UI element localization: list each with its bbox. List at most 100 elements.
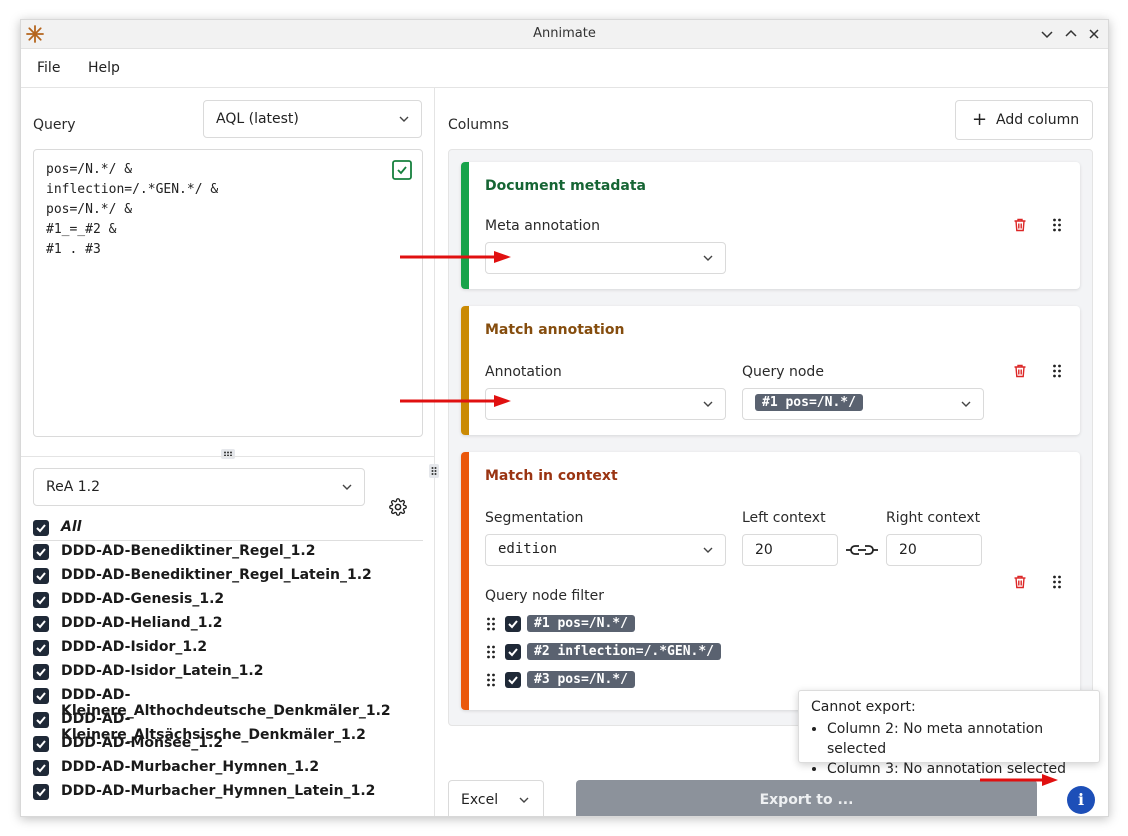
chevron-down-icon [342,484,352,490]
export-button[interactable]: Export to ... [576,780,1037,816]
query-node-filter-label: Query node filter [485,588,604,604]
horizontal-splitter-handle[interactable] [221,449,235,459]
check-icon [36,716,46,725]
corpus-row[interactable]: DDD-AD-Monsee_1.2 [33,733,423,757]
export-format-select[interactable]: Excel [448,780,544,816]
corpus-name: DDD-AD-Monsee_1.2 [61,735,224,751]
corpus-row[interactable]: DDD-AD-Isidor_Latein_1.2 [33,661,423,685]
checkbox-checked[interactable] [33,640,49,656]
add-column-button[interactable]: + Add column [955,100,1093,140]
minimize-button[interactable] [1037,24,1057,44]
right-context-label: Right context [886,510,981,526]
link-icon[interactable] [845,543,879,557]
query-node-select[interactable]: #1 pos=/N.*/ [742,388,984,420]
query-node-filter-row[interactable]: #3 pos=/N.*/ [485,671,635,693]
annotation-arrow-icon [980,774,1058,786]
close-icon [1089,29,1099,39]
check-icon [36,788,46,797]
check-icon [508,647,518,656]
gear-icon[interactable] [389,498,407,516]
corpus-row[interactable]: DDD-AD-Isidor_1.2 [33,637,423,661]
segmentation-label: Segmentation [485,510,584,526]
corpus-row[interactable]: DDD-AD-Murbacher_Hymnen_1.2 [33,757,423,781]
menu-file[interactable]: File [37,60,60,76]
tooltip-error-list: Column 2: No meta annotation selected Co… [827,719,1099,779]
window-title: Annimate [533,26,596,41]
checkbox-checked[interactable] [33,712,49,728]
column-title: Document metadata [485,178,646,194]
checkbox-checked[interactable] [505,643,521,660]
left-context-value: 20 [755,542,773,558]
checkbox-checked[interactable] [33,592,49,608]
segmentation-select[interactable]: edition [485,534,726,566]
query-language-select[interactable]: AQL (latest) [203,100,422,138]
checkbox-checked[interactable] [33,520,49,536]
check-icon [36,644,46,653]
corpus-row[interactable]: DDD-AD-Kleinere_Altsächsische_Denkmäler_… [33,709,423,743]
query-editor[interactable]: pos=/N.*/ & inflection=/.*GEN.*/ & pos=/… [33,149,423,437]
meta-annotation-select[interactable] [485,242,726,274]
segmentation-value: edition [498,541,558,557]
chevron-up-icon [1065,29,1077,37]
checkbox-checked[interactable] [33,736,49,752]
checkbox-checked[interactable] [33,688,49,704]
query-text[interactable]: pos=/N.*/ & inflection=/.*GEN.*/ & pos=/… [46,160,218,260]
checkbox-checked[interactable] [505,671,521,688]
drag-handle-icon[interactable] [485,616,497,632]
corpus-all-label: All [61,519,82,535]
corpus-row[interactable]: DDD-AD-Murbacher_Hymnen_Latein_1.2 [33,781,423,805]
drag-handle-icon[interactable] [1051,363,1063,379]
close-window-button[interactable] [1084,24,1104,44]
query-language-value: AQL (latest) [216,111,299,127]
maximize-button[interactable] [1061,24,1081,44]
query-node-filter-row[interactable]: #2 inflection=/.*GEN.*/ [485,643,722,665]
query-node-filter-row[interactable]: #1 pos=/N.*/ [485,615,635,637]
trash-icon[interactable] [1012,574,1028,590]
check-icon [508,619,518,628]
chevron-down-icon [1041,31,1053,39]
tooltip-heading: Cannot export: [811,699,916,715]
corpus-row-all[interactable]: All [33,517,423,541]
check-icon [36,524,46,533]
corpus-row[interactable]: DDD-AD-Benediktiner_Regel_Latein_1.2 [33,565,423,589]
corpus-row[interactable]: DDD-AD-Genesis_1.2 [33,589,423,613]
chevron-down-icon [703,547,713,553]
corpus-name: DDD-AD-Heliand_1.2 [61,615,223,631]
annotation-select[interactable] [485,388,726,420]
menu-help[interactable]: Help [88,60,120,76]
corpus-row[interactable]: DDD-AD-Kleinere_Althochdeutsche_Denkmäle… [33,685,423,719]
title-bar[interactable]: Annimate [21,20,1108,49]
chevron-down-icon [399,116,409,122]
info-button[interactable]: i [1067,786,1095,814]
corpus-name: DDD-AD-Isidor_1.2 [61,639,208,655]
query-label: Query [33,117,76,133]
corpus-row[interactable]: DDD-AD-Heliand_1.2 [33,613,423,637]
left-context-input[interactable]: 20 [742,534,838,566]
checkbox-checked[interactable] [33,544,49,560]
annotation-label: Annotation [485,364,562,380]
drag-handle-icon[interactable] [485,644,497,660]
trash-icon[interactable] [1012,217,1028,233]
checkbox-checked[interactable] [33,784,49,800]
checkbox-checked[interactable] [33,568,49,584]
drag-handle-icon[interactable] [1051,217,1063,233]
right-context-input[interactable]: 20 [886,534,982,566]
checkbox-checked[interactable] [505,615,521,632]
column-card-document-metadata: Document metadata Meta annotation [461,162,1080,289]
checkbox-checked[interactable] [33,616,49,632]
columns-list: Document metadata Meta annotation Match … [448,149,1093,726]
corpus-name: DDD-AD-Murbacher_Hymnen_1.2 [61,759,320,775]
add-column-label: Add column [996,112,1080,128]
drag-handle-icon[interactable] [1051,574,1063,590]
chevron-down-icon [703,255,713,261]
trash-icon[interactable] [1012,363,1028,379]
checkbox-checked[interactable] [33,664,49,680]
query-valid-icon [392,160,412,180]
left-context-label: Left context [742,510,826,526]
drag-handle-icon[interactable] [485,672,497,688]
corpus-set-select[interactable]: ReA 1.2 [33,468,365,506]
check-icon [36,692,46,701]
checkbox-checked[interactable] [33,760,49,776]
corpus-row[interactable]: DDD-AD-Benediktiner_Regel_1.2 [33,541,423,565]
corpus-name: DDD-AD-Genesis_1.2 [61,591,225,607]
